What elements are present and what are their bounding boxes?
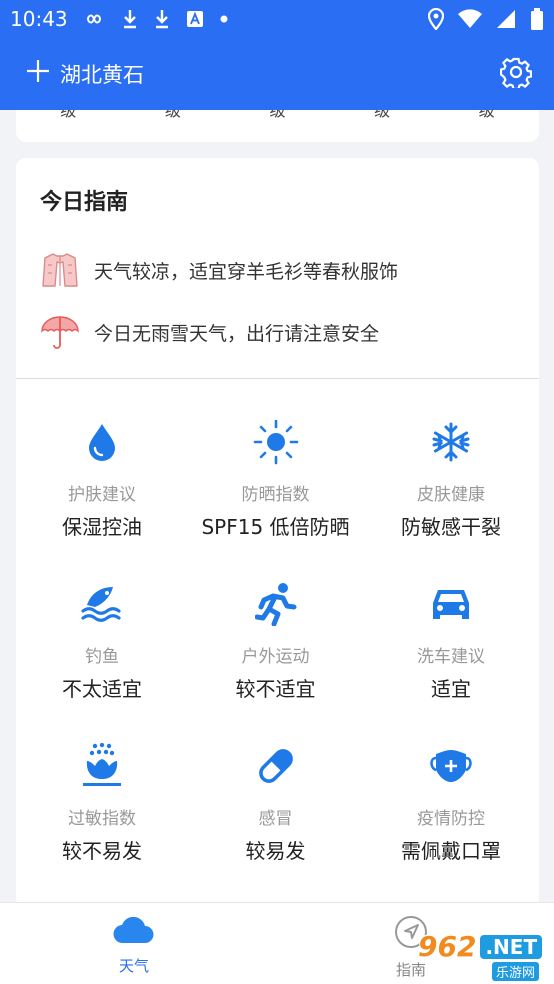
fish-icon xyxy=(78,580,126,628)
status-bar: 10:43 xyxy=(0,0,554,38)
wifi-icon xyxy=(458,9,482,29)
nav-weather-label: 天气 xyxy=(118,957,149,975)
snowflake-icon xyxy=(427,418,475,466)
guide-item-label: 防晒指数 xyxy=(241,485,310,505)
wind-level-fragment: 级 xyxy=(478,110,495,120)
umbrella-icon xyxy=(40,312,80,352)
jacket-icon xyxy=(40,250,80,290)
city-name[interactable]: 湖北黄石 xyxy=(60,59,144,89)
weather-tip: 今日无雨雪天气，出行请注意安全 xyxy=(40,312,379,352)
pill-icon xyxy=(252,742,300,790)
guide-item-label: 护肤建议 xyxy=(68,485,136,505)
cloud-icon xyxy=(112,915,156,949)
guide-item-value: 防敏感干裂 xyxy=(401,515,501,539)
guide-item-label: 皮肤健康 xyxy=(417,485,485,505)
guide-item-label: 疫情防控 xyxy=(417,809,485,829)
guide-item-outdoor-sports[interactable]: 户外运动 较不适宜 xyxy=(188,542,363,704)
guide-item-value: 较不易发 xyxy=(62,839,142,863)
water-drop-icon xyxy=(78,418,126,466)
guide-item-value: SPF15 低倍防晒 xyxy=(201,515,350,539)
guide-item-value: 较不适宜 xyxy=(235,677,316,701)
guide-item-label: 感冒 xyxy=(258,809,293,829)
running-icon xyxy=(252,580,300,628)
guide-item-label: 过敏指数 xyxy=(68,809,136,829)
wind-level-fragment: 级 xyxy=(60,110,77,120)
guide-item-epidemic[interactable]: 疫情防控 需佩戴口罩 xyxy=(363,704,539,866)
guide-item-allergy[interactable]: 过敏指数 较不易发 xyxy=(16,704,188,866)
wind-level-fragment: 级 xyxy=(164,110,181,120)
sun-icon xyxy=(252,418,300,466)
guide-item-label: 钓鱼 xyxy=(85,647,119,667)
guide-item-cold[interactable]: 感冒 较易发 xyxy=(188,704,363,866)
wind-level-fragment: 级 xyxy=(374,110,391,120)
forecast-card-remnant: 级 级 级 级 级 xyxy=(16,110,539,142)
guide-item-value: 较易发 xyxy=(245,839,306,863)
guide-item-sunscreen[interactable]: 防晒指数 SPF15 低倍防晒 xyxy=(188,380,363,542)
guide-item-value: 保湿控油 xyxy=(62,515,142,539)
download-icon xyxy=(122,9,138,29)
app-bar: 湖北黄石 xyxy=(0,38,554,110)
status-time: 10:43 xyxy=(10,7,68,31)
guide-item-label: 洗车建议 xyxy=(417,647,485,667)
guide-item-car-wash[interactable]: 洗车建议 适宜 xyxy=(363,542,539,704)
today-guide-card: 今日指南 天气较凉，适宜穿羊毛衫等春秋服饰 今日无雨雪天气，出行请注意安全 护肤… xyxy=(16,158,539,908)
guide-item-value: 不太适宜 xyxy=(62,677,142,701)
signal-icon xyxy=(496,9,516,29)
mask-icon xyxy=(427,742,475,790)
watermark-sub: 乐游网 xyxy=(492,962,540,981)
download-icon xyxy=(154,9,170,29)
plus-icon[interactable] xyxy=(26,59,50,89)
guide-item-value: 适宜 xyxy=(431,677,471,701)
watermark-number: 962 xyxy=(418,930,477,963)
clothing-tip: 天气较凉，适宜穿羊毛衫等春秋服饰 xyxy=(40,250,398,290)
infinity-icon xyxy=(82,12,106,26)
guide-item-value: 需佩戴口罩 xyxy=(401,839,501,863)
guide-grid: 护肤建议 保湿控油 防晒指数 SPF15 低倍防晒 皮肤健康 防敏感干裂 钓鱼 … xyxy=(16,380,539,866)
guide-title: 今日指南 xyxy=(40,190,129,215)
location-icon xyxy=(428,8,444,30)
divider xyxy=(16,378,539,379)
dot-icon xyxy=(220,15,228,23)
clothing-tip-text: 天气较凉，适宜穿羊毛衫等春秋服饰 xyxy=(94,260,399,283)
watermark: 962 .NET 乐游网 xyxy=(418,930,550,981)
guide-item-skin-health[interactable]: 皮肤健康 防敏感干裂 xyxy=(363,380,539,542)
battery-icon xyxy=(530,8,544,30)
allergy-flower-icon xyxy=(78,742,126,790)
translate-icon xyxy=(186,10,204,28)
guide-item-skincare[interactable]: 护肤建议 保湿控油 xyxy=(16,380,188,542)
car-icon xyxy=(427,580,475,628)
guide-item-fishing[interactable]: 钓鱼 不太适宜 xyxy=(16,542,188,704)
guide-item-label: 户外运动 xyxy=(241,647,310,667)
wind-level-fragment: 级 xyxy=(269,110,286,120)
watermark-suffix: .NET xyxy=(480,934,543,959)
gear-icon[interactable] xyxy=(499,56,533,92)
weather-tip-text: 今日无雨雪天气，出行请注意安全 xyxy=(94,322,380,345)
nav-weather[interactable]: 天气 xyxy=(112,915,156,976)
